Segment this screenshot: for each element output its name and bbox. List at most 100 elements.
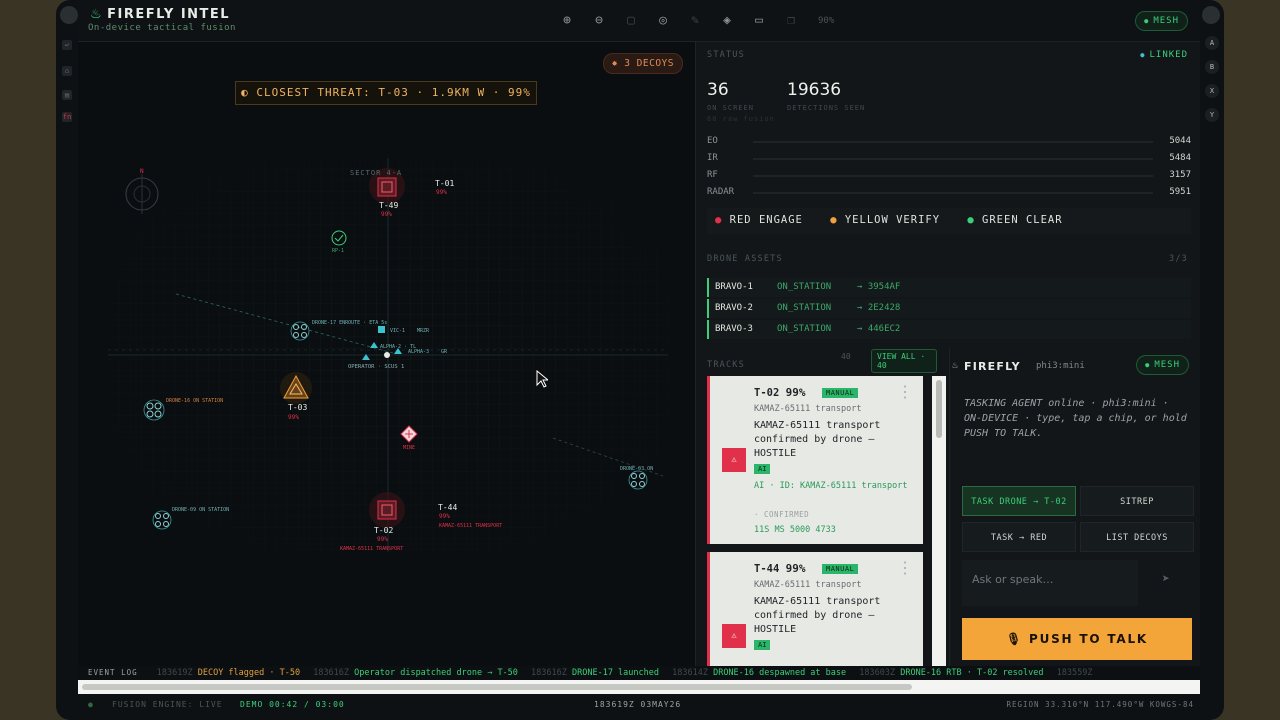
layers-icon[interactable]: ◈ bbox=[718, 12, 736, 30]
chat-icon[interactable]: ▭ bbox=[750, 12, 768, 30]
lock-icon[interactable]: ▢ bbox=[622, 12, 640, 30]
track-confidence: 99% bbox=[785, 386, 806, 399]
bezel-b-button[interactable]: B bbox=[1205, 60, 1219, 74]
detections-label: DETECTIONS SEEN bbox=[787, 104, 866, 112]
t44-pct: 99% bbox=[439, 513, 450, 520]
bezel-menu-button[interactable]: ▤ bbox=[62, 90, 72, 100]
t44-label: T-44 bbox=[438, 503, 457, 512]
operator-label: OPERATOR · SCUS 1 bbox=[348, 364, 404, 370]
track-card-t02[interactable]: ⚠ T-02 99% MANUAL ⋮ KAMAZ-65111 transpor… bbox=[707, 376, 923, 544]
t03-label: T-03 bbox=[288, 403, 307, 412]
chip-list-decoys[interactable]: LIST DECOYS bbox=[1080, 522, 1194, 552]
closest-threat-banner[interactable]: ◐ CLOSEST THREAT: T-03 · 1.9KM W · 99% bbox=[235, 81, 537, 105]
zoom-in-icon[interactable]: ⊕ bbox=[558, 12, 576, 30]
bezel-left: ↩ ⌂ ▤ fn bbox=[56, 28, 78, 688]
t49-pct: 99% bbox=[381, 211, 392, 218]
mrzr-label: MRZR bbox=[417, 328, 430, 334]
drone-state: ON_STATION bbox=[777, 282, 832, 292]
yellow-dot-icon: ● bbox=[830, 214, 845, 226]
bezel-fn-button[interactable]: fn bbox=[62, 112, 72, 122]
alert-icon: ⚠ bbox=[722, 448, 746, 472]
bezel-back-button[interactable]: ↩ bbox=[62, 40, 72, 50]
decoys-badge[interactable]: ✸ 3 DECOYS bbox=[602, 53, 683, 74]
chip-sitrep[interactable]: SITREP bbox=[1080, 486, 1194, 516]
agent-model: phi3:mini bbox=[1036, 361, 1085, 371]
drone-state: ON_STATION bbox=[777, 324, 832, 334]
track-id: T-44 99% bbox=[754, 562, 806, 575]
drone-asset-row[interactable]: BRAVO-2 ON_STATION → 2E2428 bbox=[707, 299, 1191, 318]
chip-task-drone[interactable]: TASK DRONE → T-02 bbox=[962, 486, 1076, 516]
track-id-text: T-02 bbox=[754, 387, 780, 399]
demo-timer: DEMO 00:42 / 03:00 bbox=[240, 700, 345, 709]
legend-yellow: YELLOW VERIFY bbox=[844, 214, 941, 226]
bezel-right: A B X Y bbox=[1202, 36, 1222, 132]
drone-name: BRAVO-1 bbox=[715, 282, 753, 292]
drone-asset-row[interactable]: BRAVO-3 ON_STATION → 446EC2 bbox=[707, 320, 1191, 339]
microphone-icon: 🎙 bbox=[1005, 632, 1029, 646]
device-knob bbox=[1202, 6, 1220, 24]
track-marker-t03[interactable] bbox=[280, 372, 312, 404]
bezel-a-button[interactable]: A bbox=[1205, 36, 1219, 50]
radar-grid: N SECTOR 4-A T-49 99% T-01 99% RP-1 DRON… bbox=[108, 158, 668, 552]
legend-red: RED ENGAGE bbox=[729, 214, 803, 226]
copy-icon[interactable]: ❐ bbox=[782, 12, 800, 30]
drone-target: → 446EC2 bbox=[857, 324, 901, 334]
more-icon[interactable]: ⋮ bbox=[897, 382, 913, 401]
tracks-scrollbar[interactable] bbox=[932, 376, 946, 666]
event-text: DRONE-16 RTB · T-02 resolved bbox=[900, 668, 1044, 678]
sensor-name: RF bbox=[707, 170, 718, 180]
bezel-y-button[interactable]: Y bbox=[1205, 108, 1219, 122]
red-dot-icon: ● bbox=[715, 214, 730, 226]
status-label: STATUS bbox=[707, 50, 745, 60]
push-to-talk-label: PUSH TO TALK bbox=[1028, 632, 1149, 646]
more-icon[interactable]: ⋮ bbox=[897, 558, 913, 577]
bezel-home-button[interactable]: ⌂ bbox=[62, 66, 72, 76]
t01-label: T-01 bbox=[435, 179, 454, 188]
scrollbar-thumb[interactable] bbox=[82, 684, 912, 690]
scrollbar-thumb[interactable] bbox=[936, 380, 942, 438]
status-bar: ● FUSION ENGINE: LIVE DEMO 00:42 / 03:00… bbox=[78, 696, 1200, 714]
sensor-bar bbox=[753, 192, 1153, 194]
bezel-x-button[interactable]: X bbox=[1205, 84, 1219, 98]
drone17-label: DRONE-17 ENROUTE · ETA 5s bbox=[312, 320, 387, 326]
ask-input[interactable]: Ask or speak… bbox=[962, 560, 1138, 606]
event-log[interactable]: EVENT LOG 183619Z DECOY flagged · T-50 1… bbox=[78, 666, 1200, 680]
t02-desc: KAMAZ-65111 TRANSPORT bbox=[340, 546, 403, 552]
zoom-level: 90% bbox=[818, 16, 835, 26]
pen-icon[interactable]: ✎ bbox=[686, 12, 704, 30]
vic1-label: VIC-1 bbox=[390, 328, 405, 334]
mesh-status-pill[interactable]: MESH bbox=[1135, 11, 1188, 31]
sensor-value: 5951 bbox=[1169, 187, 1191, 197]
sensor-name: RADAR bbox=[707, 187, 735, 197]
chip-task-red[interactable]: TASK → RED bbox=[962, 522, 1076, 552]
send-icon[interactable]: ➤ bbox=[1162, 572, 1170, 587]
zoom-out-icon[interactable]: ⊖ bbox=[590, 12, 608, 30]
agent-mesh-pill[interactable]: MESH bbox=[1136, 355, 1189, 375]
event-time: 183614Z bbox=[672, 668, 708, 678]
view-all-button[interactable]: VIEW ALL · 40 bbox=[871, 349, 937, 373]
on-screen-count: 36 bbox=[707, 80, 729, 100]
friendly-vehicle-marker[interactable] bbox=[378, 326, 385, 333]
track-marker-t02[interactable] bbox=[369, 492, 405, 528]
horizontal-scrollbar[interactable] bbox=[78, 680, 1200, 694]
push-to-talk-button[interactable]: 🎙 PUSH TO TALK bbox=[962, 618, 1192, 660]
app-subtitle: On-device tactical fusion bbox=[88, 23, 236, 33]
tactical-map[interactable]: ✸ 3 DECOYS ◐ CLOSEST THREAT: T-03 · 1.9K… bbox=[78, 42, 695, 666]
app-header: ♨ FIREFLY INTEL On-device tactical fusion… bbox=[78, 0, 1200, 42]
track-id-text: T-44 bbox=[754, 563, 780, 575]
svg-text:N: N bbox=[140, 168, 144, 175]
track-id: T-02 99% bbox=[754, 386, 806, 399]
sensor-value: 5044 bbox=[1169, 136, 1191, 146]
track-card-t44[interactable]: ⚠ T-44 99% MANUAL ⋮ KAMAZ-65111 transpor… bbox=[707, 552, 923, 666]
flame-icon: ♨ bbox=[952, 360, 959, 371]
track-description: KAMAZ-65111 transport confirmed by drone… bbox=[754, 420, 881, 459]
device-knob bbox=[60, 6, 78, 24]
drone-asset-row[interactable]: BRAVO-1 ON_STATION → 3954AF bbox=[707, 278, 1191, 297]
drone-name: BRAVO-3 bbox=[715, 324, 753, 334]
compass-icon[interactable]: ◎ bbox=[654, 12, 672, 30]
event-time: 183603Z bbox=[859, 668, 896, 678]
track-kind: KAMAZ-65111 transport bbox=[754, 404, 862, 414]
tracks-list[interactable]: ⚠ T-02 99% MANUAL ⋮ KAMAZ-65111 transpor… bbox=[707, 376, 923, 666]
event-time: 183559Z bbox=[1056, 668, 1093, 678]
ai-identification: AI · ID: KAMAZ-65111 transport bbox=[754, 481, 908, 491]
